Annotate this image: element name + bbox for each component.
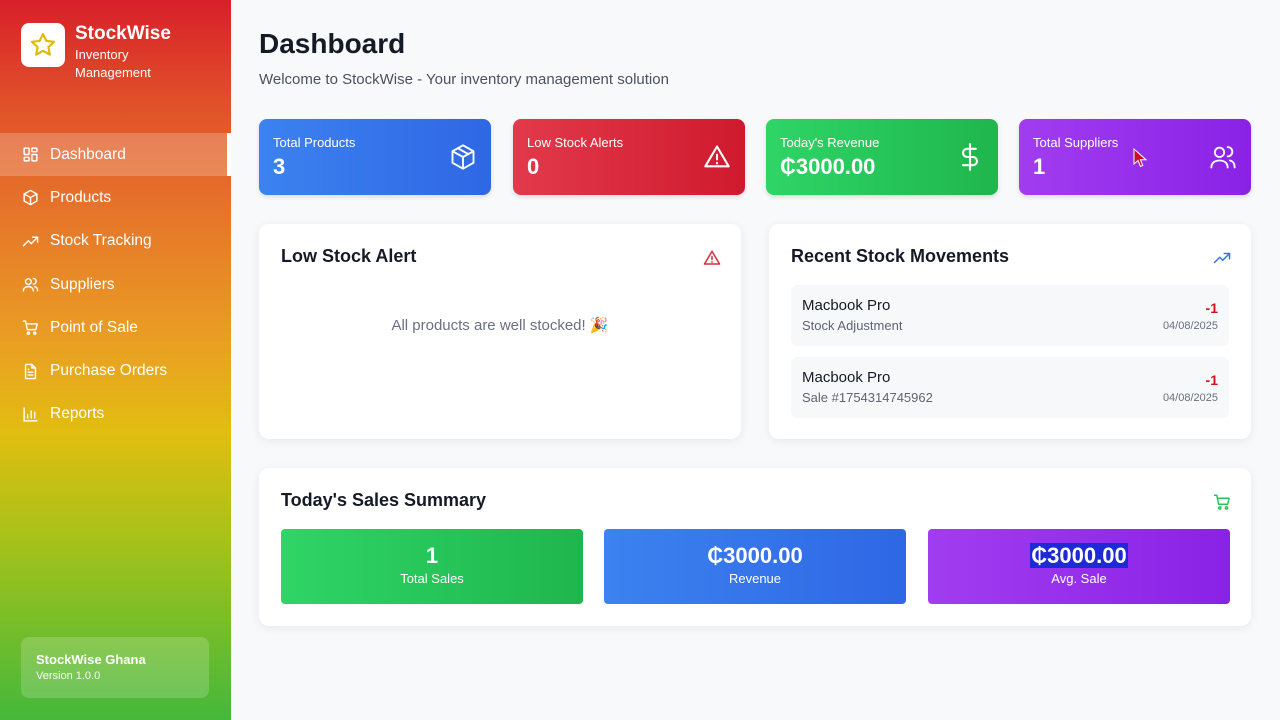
stat-value: 3 [273,154,286,179]
warning-icon [703,250,721,265]
list-item[interactable]: Macbook Pro Stock Adjustment -1 04/08/20… [791,285,1229,346]
summary-label: Avg. Sale [1051,571,1107,586]
grid-icon [22,146,39,163]
sidebar-item-stock-tracking[interactable]: Stock Tracking [0,220,231,263]
page-title: Dashboard [259,28,406,59]
bar-chart-icon [22,406,39,423]
cart-icon [1213,494,1230,510]
list-item[interactable]: Macbook Pro Sale #1754314745962 -1 04/08… [791,357,1229,418]
summary-revenue: ₵3000.00 Revenue [604,529,906,604]
brand-subtitle: Inventory Management [75,47,151,80]
stat-card-total-products[interactable]: Total Products 3 [259,119,491,195]
sidebar-item-label: Dashboard [50,145,126,163]
sidebar-nav: Dashboard Products Stock Tracking Suppli… [0,133,231,436]
movement-type: Stock Adjustment [802,318,903,333]
stat-label: Total Products [273,135,356,150]
sidebar-item-label: Suppliers [50,275,115,293]
users-icon [22,276,39,293]
summary-total-sales: 1 Total Sales [281,529,583,604]
stat-card-low-stock-alerts[interactable]: Low Stock Alerts 0 [513,119,745,195]
sidebar-item-suppliers[interactable]: Suppliers [0,263,231,306]
page-subtitle: Welcome to StockWise - Your inventory ma… [259,71,669,88]
sidebar-item-reports[interactable]: Reports [0,393,231,436]
sidebar-item-purchase-orders[interactable]: Purchase Orders [0,349,231,392]
warning-icon [704,145,730,168]
recent-stock-movements-card: Recent Stock Movements Macbook Pro Stock… [769,224,1251,439]
sidebar-item-point-of-sale[interactable]: Point of Sale [0,306,231,349]
trend-icon [1213,252,1231,264]
sales-summary-card: Today's Sales Summary 1 Total Sales ₵300… [259,468,1251,626]
sidebar-footer: StockWise Ghana Version 1.0.0 [21,637,209,698]
stat-label: Low Stock Alerts [527,135,624,150]
summary-label: Revenue [728,571,782,586]
summary-average-sale: ₵3000.00 Avg. Sale [928,529,1230,604]
stat-value: 0 [527,154,540,179]
movement-quantity: -1 [1205,300,1218,316]
sidebar-item-label: Products [50,188,112,206]
card-title: Recent Stock Movements [791,246,1010,266]
brand-name: StockWise [75,23,171,44]
sidebar-item-label: Reports [50,405,105,423]
summary-label: Total Sales [400,571,464,586]
summary-value: 1 [425,543,439,568]
sidebar-item-dashboard[interactable]: Dashboard [0,133,231,177]
mouse-cursor-icon [1133,148,1147,168]
summary-value: ₵3000.00 [1030,543,1128,568]
card-title: Low Stock Alert [281,246,417,266]
stat-label: Today's Revenue [780,135,880,150]
sidebar-item-label: Stock Tracking [50,232,152,250]
trend-icon [22,233,39,250]
box-icon [22,189,39,206]
document-icon [22,363,39,380]
app-version: Version 1.0.0 [36,670,101,682]
stat-value: ₵3000.00 [780,154,876,179]
sidebar: StockWise Inventory Management Dashboard… [0,0,231,720]
movement-date: 04/08/2025 [1162,392,1218,404]
stat-card-todays-revenue[interactable]: Today's Revenue ₵3000.00 [766,119,998,195]
dollar-icon [961,143,979,171]
movement-product: Macbook Pro [802,369,891,386]
sidebar-item-products[interactable]: Products [0,176,231,219]
box-icon [451,144,475,170]
empty-state-message: All products are well stocked! 🎉 [391,317,609,334]
brand[interactable]: StockWise Inventory Management [21,23,175,82]
summary-value: ₵3000.00 [707,543,803,568]
sidebar-item-label: Point of Sale [50,318,138,336]
star-icon [21,23,65,67]
movement-quantity: -1 [1205,372,1218,388]
card-title: Today's Sales Summary [281,490,487,510]
movement-type: Sale #1754314745962 [802,390,933,405]
sidebar-item-label: Purchase Orders [50,362,168,380]
movement-product: Macbook Pro [802,297,891,314]
cart-icon [22,319,39,336]
movement-date: 04/08/2025 [1162,320,1218,332]
company-name: StockWise Ghana [36,652,146,667]
users-icon [1210,146,1236,169]
low-stock-alert-card: Low Stock Alert All products are well st… [259,224,741,439]
